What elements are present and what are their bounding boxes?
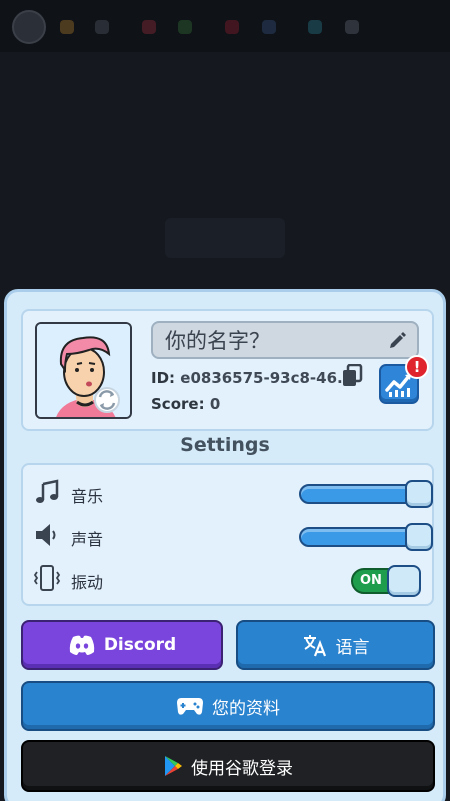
copy-icon[interactable] bbox=[341, 364, 363, 388]
google-play-icon bbox=[165, 756, 182, 776]
vibration-label: 振动 bbox=[71, 573, 104, 592]
score-value: 0 bbox=[209, 395, 221, 413]
background-icon bbox=[60, 20, 74, 34]
sound-slider-knob[interactable] bbox=[405, 523, 433, 551]
google-login-button[interactable]: 使用谷歌登录 bbox=[21, 740, 435, 792]
discord-button[interactable]: Discord bbox=[21, 620, 223, 670]
profile-card: 你的名字？ ID: e0836575-93c8-46... Score: 0 ! bbox=[21, 309, 434, 431]
pencil-icon[interactable] bbox=[387, 331, 407, 351]
id-value: e0836575-93c8-46... bbox=[180, 369, 355, 387]
vibration-toggle[interactable]: ON bbox=[351, 565, 421, 597]
avatar-image bbox=[37, 324, 130, 417]
sound-row: 声音 bbox=[23, 519, 433, 553]
vibration-phone-icon bbox=[33, 565, 61, 591]
background-top-bar bbox=[0, 0, 450, 52]
music-label: 音乐 bbox=[71, 487, 104, 506]
background-icon bbox=[178, 20, 192, 34]
gamepad-icon bbox=[177, 698, 203, 715]
translate-icon bbox=[303, 635, 326, 657]
speaker-icon bbox=[36, 524, 56, 546]
id-label: ID: bbox=[151, 369, 176, 387]
score-label: Score: bbox=[151, 395, 205, 413]
settings-panel: 你的名字？ ID: e0836575-93c8-46... Score: 0 !… bbox=[4, 289, 446, 801]
settings-card: 音乐 声音 振动 ON bbox=[21, 463, 434, 606]
background-icon bbox=[142, 20, 156, 34]
player-score: Score: 0 bbox=[151, 395, 220, 413]
avatar[interactable] bbox=[35, 322, 132, 419]
sound-slider-fill bbox=[301, 529, 421, 545]
sound-label: 声音 bbox=[71, 530, 104, 549]
settings-title: Settings bbox=[180, 434, 270, 456]
music-slider[interactable] bbox=[299, 480, 433, 508]
name-placeholder: 你的名字？ bbox=[165, 329, 270, 353]
name-input[interactable]: 你的名字？ bbox=[151, 321, 419, 359]
google-login-label: 使用谷歌登录 bbox=[191, 758, 293, 779]
toggle-knob bbox=[387, 565, 421, 597]
background-icon bbox=[308, 20, 322, 34]
sound-slider[interactable] bbox=[299, 523, 433, 551]
language-button[interactable]: 语言 bbox=[236, 620, 435, 670]
vibration-row: 振动 ON bbox=[23, 562, 432, 597]
background-icon bbox=[262, 20, 276, 34]
toggle-state-text: ON bbox=[360, 573, 382, 588]
music-row: 音乐 bbox=[23, 476, 433, 510]
background-icon bbox=[345, 20, 359, 34]
background-logo bbox=[165, 218, 285, 258]
music-note-icon bbox=[36, 479, 59, 503]
alert-badge: ! bbox=[405, 355, 429, 379]
music-slider-knob[interactable] bbox=[405, 480, 433, 508]
player-id: ID: e0836575-93c8-46... bbox=[151, 369, 354, 387]
music-slider-fill bbox=[301, 486, 421, 502]
discord-label: Discord bbox=[103, 635, 177, 655]
background-icon bbox=[95, 20, 109, 34]
language-label: 语言 bbox=[335, 637, 370, 658]
your-profile-label: 您的资料 bbox=[212, 698, 280, 719]
background-icon bbox=[225, 20, 239, 34]
your-profile-button[interactable]: 您的资料 bbox=[21, 681, 435, 731]
discord-icon bbox=[69, 635, 95, 655]
background-avatar bbox=[12, 10, 46, 44]
